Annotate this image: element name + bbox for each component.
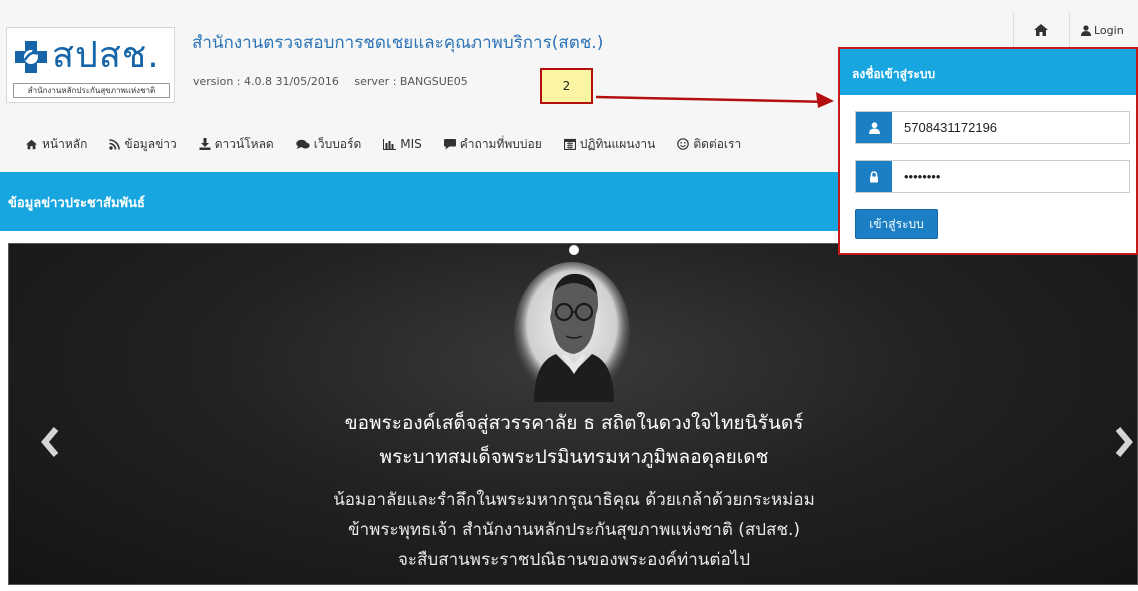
login-submit-button[interactable]: เข้าสู่ระบบ: [855, 209, 938, 239]
username-field[interactable]: [855, 111, 1130, 144]
logo-subtitle: สำนักงานหลักประกันสุขภาพแห่งชาติ: [13, 83, 170, 98]
server-text: server : BANGSUE05: [354, 75, 468, 88]
logo-cross-icon: [15, 41, 47, 73]
rss-icon: [109, 138, 121, 150]
utility-home-button[interactable]: [1013, 13, 1070, 47]
comments-icon: [295, 139, 310, 149]
comment-icon: [443, 138, 456, 149]
carousel-caption-text: น้อมอาลัยและรำลึกในพระมหากรุณาธิคุณ ด้วย…: [333, 490, 815, 510]
chevron-left-icon[interactable]: [39, 424, 61, 460]
org-title: สำนักงานตรวจสอบการชดเชยและคุณภาพบริการ(ส…: [192, 33, 604, 53]
main-nav: หน้าหลัก ข้อมูลข่าว ดาวน์โหลด เว็บบอร์ด …: [0, 116, 840, 172]
username-input[interactable]: [892, 112, 1129, 143]
lock-icon: [870, 170, 878, 182]
user-icon: [1081, 24, 1091, 36]
logo-text: สปสช.: [52, 35, 160, 76]
download-icon: [199, 138, 211, 150]
carousel-caption-text: ข้าพระพุทธเจ้า สำนักงานหลักประกันสุขภาพแ…: [347, 520, 801, 540]
carousel-caption-title: ขอพระองค์เสด็จสู่สวรรคาลัย ธ สถิตในดวงใจ…: [344, 412, 804, 434]
home-icon: [1034, 24, 1048, 36]
utility-login-link[interactable]: Login: [1081, 13, 1124, 47]
nav-item-download[interactable]: ดาวน์โหลด: [199, 135, 274, 154]
login-panel: ลงชื่อเข้าสู่ระบบ เข้าสู่ระบบ: [838, 47, 1138, 255]
password-addon: [856, 161, 892, 192]
password-field[interactable]: [855, 160, 1130, 193]
nav-item-webboard[interactable]: เว็บบอร์ด: [295, 135, 362, 154]
carousel-caption-text: จะสืบสานพระราชปณิธานของพระองค์ท่านต่อไป: [397, 550, 751, 570]
nav-item-label: เว็บบอร์ด: [313, 136, 362, 151]
site-logo[interactable]: สปสช. สำนักงานหลักประกันสุขภาพแห่งชาติ: [6, 27, 175, 103]
annotation-arrow-icon: [596, 92, 834, 108]
login-link-label: Login: [1094, 23, 1124, 37]
nav-item-label: หน้าหลัก: [42, 136, 88, 151]
login-panel-title: ลงชื่อเข้าสู่ระบบ: [852, 67, 936, 81]
nav-item-label: ดาวน์โหลด: [214, 136, 274, 151]
nav-item-label: ข้อมูลข่าว: [124, 136, 177, 151]
nav-item-mis[interactable]: MIS: [383, 137, 422, 151]
home-icon: [26, 139, 37, 149]
section-title: ข้อมูลข่าวประชาสัมพันธ์: [8, 196, 145, 211]
username-addon: [856, 112, 892, 143]
user-icon: [868, 121, 880, 134]
nav-item-faq[interactable]: คำถามที่พบบ่อย: [443, 135, 542, 154]
version-info: version : 4.0.8 31/05/2016 server : BANG…: [193, 75, 480, 88]
step-annotation-badge: 2: [540, 68, 593, 104]
login-panel-header: ลงชื่อเข้าสู่ระบบ: [840, 49, 1136, 95]
nav-item-label: คำถามที่พบบ่อย: [459, 136, 542, 151]
news-carousel[interactable]: ขอพระองค์เสด็จสู่สวรรคาลัย ธ สถิตในดวงใจ…: [8, 243, 1138, 585]
bar-chart-icon: [383, 138, 397, 150]
password-input[interactable]: [892, 161, 1129, 192]
nav-item-news[interactable]: ข้อมูลข่าว: [109, 135, 177, 154]
calendar-icon: [563, 138, 576, 150]
carousel-caption-name: พระบาทสมเด็จพระปรมินทรมหาภูมิพลอดุลยเดช: [379, 446, 769, 468]
nav-item-contact[interactable]: ติดต่อเรา: [677, 135, 741, 154]
nav-item-label: ติดต่อเรา: [693, 136, 742, 151]
smile-icon: [677, 138, 690, 150]
version-text: version : 4.0.8 31/05/2016: [193, 75, 339, 88]
nav-item-label: MIS: [400, 137, 422, 151]
nav-item-label: ปฏิทินแผนงาน: [579, 136, 656, 151]
portrait-image: [514, 262, 630, 402]
nav-item-home[interactable]: หน้าหลัก: [25, 135, 87, 154]
chevron-right-icon[interactable]: [1113, 424, 1135, 460]
nav-item-calendar[interactable]: ปฏิทินแผนงาน: [563, 135, 656, 154]
